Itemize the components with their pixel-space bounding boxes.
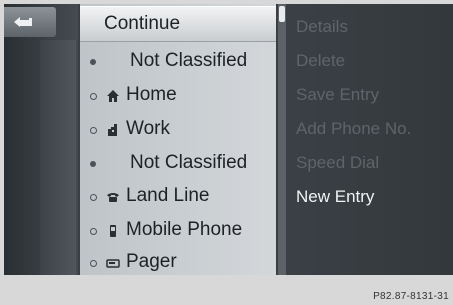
figure-caption: P82.87-8131-31: [373, 291, 449, 302]
bullet-ring-icon: [90, 228, 97, 235]
list-item-label: Continue: [104, 13, 181, 34]
bullet-dot-icon: [90, 161, 96, 167]
back-arrow-icon: [14, 17, 32, 27]
list-item-mobile-phone[interactable]: Mobile Phone: [80, 213, 276, 247]
list-item-home[interactable]: Home: [80, 78, 276, 112]
bullet-ring-icon: [90, 93, 97, 100]
option-speed-dial: Speed Dial: [296, 153, 380, 172]
bullet-dot-icon: [90, 59, 96, 65]
list-item-pager[interactable]: Pager: [80, 245, 276, 275]
list-item-label: Mobile Phone: [126, 219, 243, 240]
entry-type-list: Continue Not Classified Home Work Not Cl…: [80, 4, 276, 275]
back-button[interactable]: [4, 7, 56, 37]
pager-icon: [106, 259, 120, 268]
bullet-ring-icon: [90, 260, 97, 267]
options-menu: Details Delete Save Entry Add Phone No. …: [286, 4, 453, 275]
list-item-land-line[interactable]: Land Line: [80, 179, 276, 213]
bullet-ring-icon: [90, 127, 97, 134]
list-item-label: Work: [126, 118, 170, 139]
list-item-not-classified[interactable]: Not Classified: [80, 44, 276, 78]
list-item-label: Land Line: [126, 185, 210, 206]
list-item-label: Not Classified: [130, 50, 248, 71]
mobile-phone-icon: [110, 225, 116, 237]
option-save-entry: Save Entry: [296, 85, 380, 104]
list-item-not-classified[interactable]: Not Classified: [80, 146, 276, 180]
sidebar-strip: [40, 40, 76, 275]
list-scrollbar[interactable]: [278, 4, 286, 275]
list-item-work[interactable]: Work: [80, 112, 276, 146]
work-icon: [108, 124, 117, 136]
home-icon: [107, 90, 119, 102]
list-item-label: Pager: [126, 251, 177, 272]
option-new-entry[interactable]: New Entry: [296, 186, 374, 208]
list-item-label: Home: [126, 84, 177, 105]
option-delete: Delete: [296, 51, 346, 70]
option-details: Details: [296, 17, 348, 36]
display-screen: Continue Not Classified Home Work Not Cl…: [4, 4, 453, 275]
option-add-phone-no: Add Phone No.: [296, 119, 412, 138]
list-item-continue[interactable]: Continue: [80, 6, 276, 42]
list-item-label: Not Classified: [130, 152, 248, 173]
bullet-ring-icon: [90, 194, 97, 201]
scroll-thumb[interactable]: [279, 6, 285, 22]
sidebar: [4, 4, 78, 275]
landline-phone-icon: [107, 193, 119, 202]
